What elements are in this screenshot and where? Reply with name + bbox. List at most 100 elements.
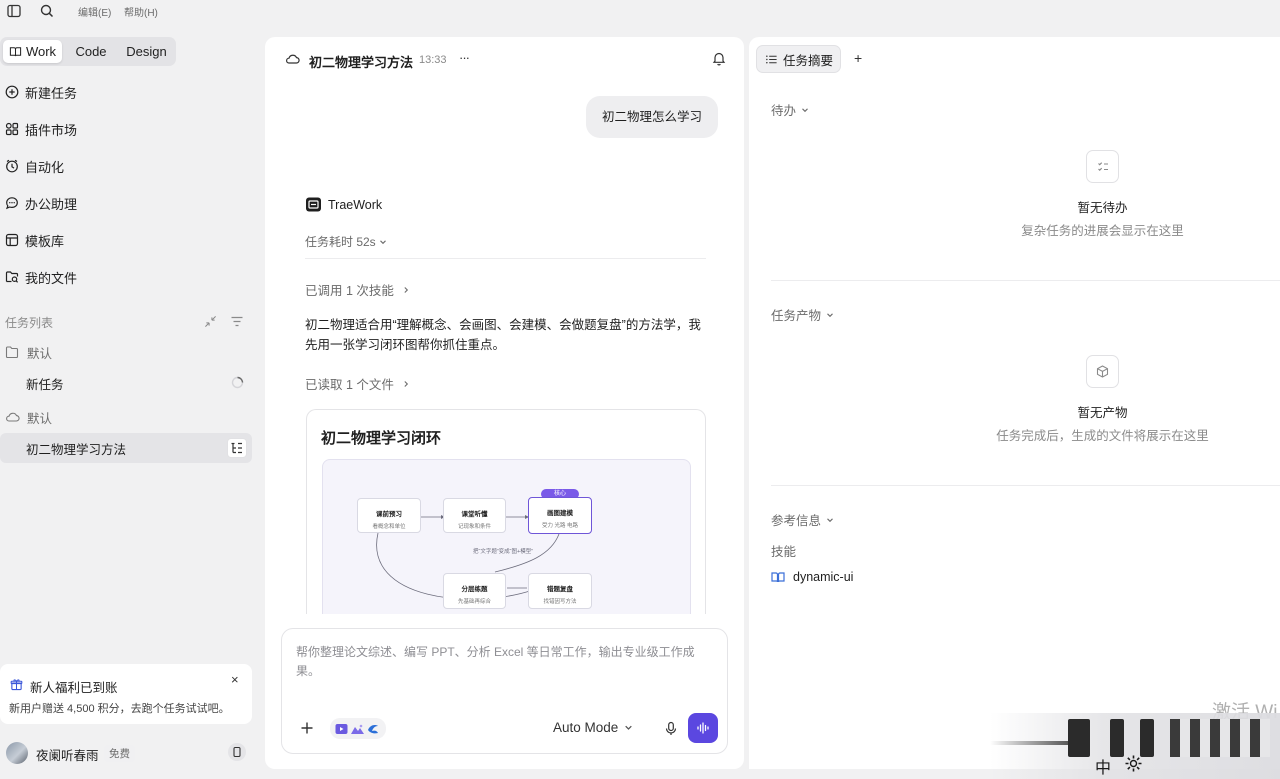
chevron-down-icon: [801, 106, 809, 114]
nav-plugins[interactable]: 插件市场: [0, 114, 250, 144]
cloud-icon: [285, 52, 300, 66]
menu-help[interactable]: 帮助(H): [124, 4, 158, 19]
summary-panel: 任务摘要 + 待办 暂无待办 复杂任务的进展会显示在这里 任务产物 暂无产物 任…: [749, 37, 1280, 769]
diagram: 核心 课前预习 看概念和单位 课堂听懂 记现象和条件 画图建模 受力 光路 电路…: [322, 459, 691, 614]
divider: [771, 485, 1280, 486]
cube-icon: [1086, 355, 1119, 388]
diagram-node: 课堂听懂 记现象和条件: [443, 498, 506, 533]
task-item-physics[interactable]: 初二物理学习方法: [0, 433, 252, 463]
menu-edit[interactable]: 编辑(E): [78, 4, 111, 19]
add-tab-button[interactable]: +: [854, 50, 862, 66]
taskbar-app[interactable]: [1140, 719, 1154, 757]
chevron-down-icon: [826, 311, 834, 319]
collapse-icon[interactable]: [204, 315, 217, 328]
bell-icon[interactable]: [712, 51, 726, 66]
diagram-node-title: 课堂听懂: [461, 511, 488, 518]
nav-office[interactable]: 办公助理: [0, 188, 250, 218]
promo-close-button[interactable]: ×: [231, 672, 239, 687]
diagram-node-title: 课前预习: [376, 511, 402, 518]
mode-design-button[interactable]: Design: [119, 40, 174, 63]
skill-label: 技能: [771, 545, 797, 559]
user-bar: 夜阑听春雨 免费: [0, 737, 252, 767]
search-icon[interactable]: [39, 3, 55, 19]
list-tree-icon[interactable]: [227, 438, 247, 458]
plan-badge: 免费: [104, 745, 135, 762]
tab-task-summary[interactable]: 任务摘要: [756, 45, 841, 73]
auto-mode-select[interactable]: Auto Mode: [553, 720, 633, 735]
task-group-cloud[interactable]: 默认: [0, 405, 250, 429]
filter-icon[interactable]: [230, 315, 244, 328]
clock-icon: [5, 159, 19, 173]
ime-indicator[interactable]: 中: [1095, 754, 1111, 778]
promo-body: 新用户赠送 4,500 积分，去跑个任务试试吧。: [9, 703, 230, 715]
media-tools-button[interactable]: [330, 718, 386, 739]
plus-icon[interactable]: [300, 721, 314, 735]
nav-new-task[interactable]: 新建任务: [0, 77, 250, 107]
diagram-card[interactable]: 初二物理学习闭环 核心 课前预习 看概念和单位 课堂听懂 记现象和条件 画图建模…: [306, 409, 706, 614]
chevron-down-icon: [624, 723, 633, 732]
diagram-node-title: 分层练题: [461, 586, 488, 593]
avatar[interactable]: [6, 742, 28, 764]
taskbar-app[interactable]: [1110, 719, 1124, 757]
diagram-node: 课前预习 看概念和单位: [357, 498, 421, 533]
composer-input[interactable]: 帮你整理论文综述、编写 PPT、分析 Excel 等日常工作，输出专业级工作成果…: [296, 643, 706, 681]
sidebar-toggle-icon[interactable]: [6, 3, 22, 19]
diagram-node-sub: 先基础再综合: [457, 599, 491, 605]
nav-templates-label: 模板库: [25, 233, 65, 249]
chat-title: 初二物理学习方法: [309, 55, 414, 70]
nav-templates[interactable]: 模板库: [0, 225, 250, 255]
nav-files[interactable]: 我的文件: [0, 262, 250, 292]
gear-icon[interactable]: [1124, 754, 1143, 773]
taskbar-app[interactable]: [1068, 719, 1090, 757]
layout-icon: [5, 233, 19, 247]
spinner-icon: [231, 376, 244, 389]
user-name[interactable]: 夜阑听春雨: [36, 745, 99, 764]
mode-work-label: Work: [25, 44, 57, 59]
reference-section-toggle[interactable]: 参考信息: [771, 510, 834, 529]
task-item-label: 初二物理学习方法: [26, 442, 127, 457]
title-bar: 编辑(E) 帮助(H): [0, 0, 264, 22]
file-read-toggle[interactable]: 已读取 1 个文件: [305, 374, 410, 393]
task-group-default[interactable]: 默认: [0, 340, 250, 364]
task-group-label: 默认: [27, 346, 53, 361]
gift-icon: [10, 678, 23, 691]
todo-empty-title: 暂无待办: [1077, 201, 1128, 215]
voice-send-button[interactable]: [688, 713, 718, 743]
todo-section-toggle[interactable]: 待办: [771, 100, 809, 119]
plus-circle-icon: [5, 85, 19, 99]
folder-icon: [5, 345, 19, 359]
skill-call-toggle[interactable]: 已调用 1 次技能: [305, 280, 410, 299]
task-item-label: 新任务: [26, 377, 64, 392]
task-group-label: 默认: [27, 411, 53, 426]
chat-time: 13:33: [419, 54, 447, 66]
diagram-node-title: 画图建模: [547, 510, 573, 517]
phone-icon[interactable]: [228, 743, 246, 761]
mode-work-button[interactable]: Work: [3, 40, 62, 63]
mic-icon[interactable]: [664, 721, 678, 736]
nav-plugins-label: 插件市场: [25, 122, 78, 138]
more-button[interactable]: ···: [459, 50, 470, 65]
divider: [771, 280, 1280, 281]
nav-automation[interactable]: 自动化: [0, 151, 250, 181]
cloud-icon: [5, 410, 20, 424]
duration-toggle[interactable]: 任务耗时 52s: [305, 233, 387, 250]
task-list-title: 任务列表: [5, 316, 54, 330]
task-item-new[interactable]: 新任务: [0, 368, 252, 398]
diagram-node: 错题复盘 找错因写方法: [528, 573, 592, 609]
composer: 帮你整理论文综述、编写 PPT、分析 Excel 等日常工作，输出专业级工作成果…: [281, 628, 728, 754]
skill-item[interactable]: dynamic-ui: [771, 570, 853, 584]
mode-code-button[interactable]: Code: [64, 40, 118, 63]
output-title: 任务产物: [771, 309, 822, 323]
diagram-node-sub: 看概念和单位: [372, 524, 406, 530]
folder-search-icon: [5, 270, 19, 284]
traework-logo-icon: [305, 196, 322, 213]
output-section-toggle[interactable]: 任务产物: [771, 305, 834, 324]
output-empty-hint: 任务完成后，生成的文件将展示在这里: [996, 429, 1209, 443]
chevron-down-icon: [826, 516, 834, 524]
diagram-node-title: 错题复盘: [547, 586, 573, 593]
book-icon: [9, 45, 22, 58]
list-icon: [765, 53, 778, 66]
chevron-right-icon: [402, 286, 410, 294]
nav-office-label: 办公助理: [25, 196, 78, 212]
output-empty-title: 暂无产物: [1077, 406, 1128, 420]
